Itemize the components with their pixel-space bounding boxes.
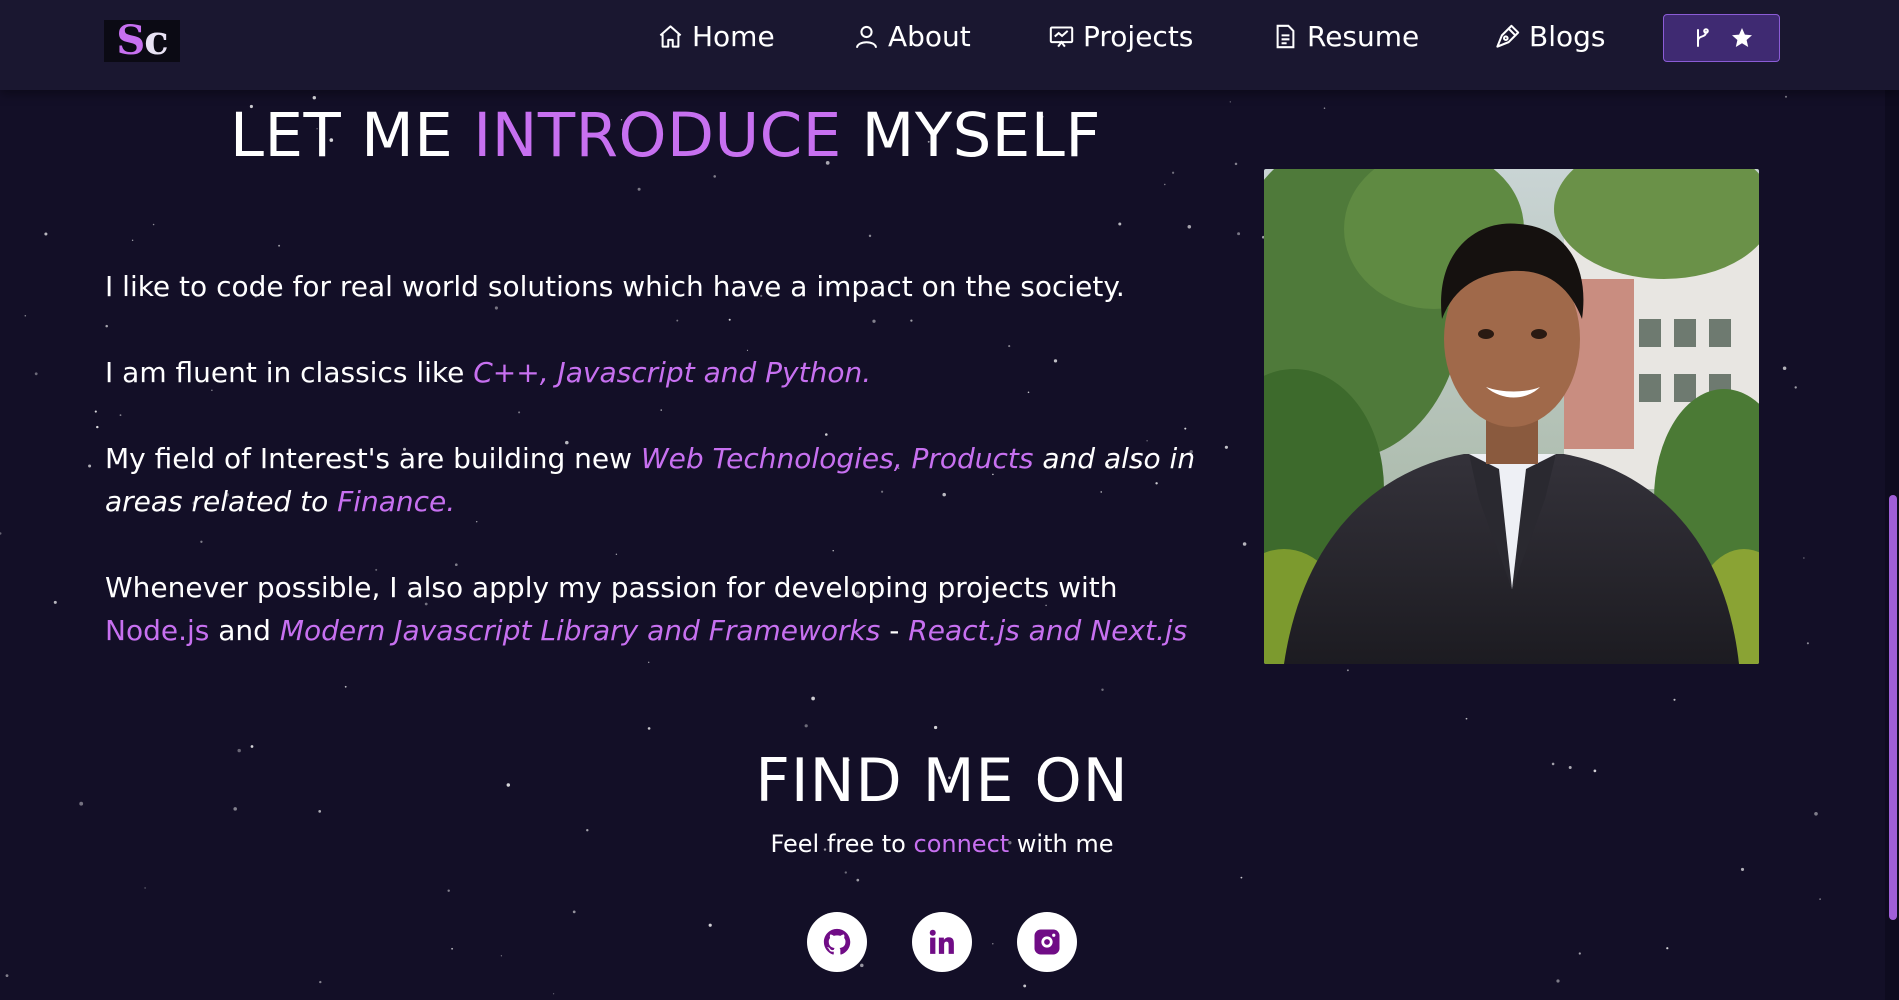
star — [0, 532, 2, 535]
intro-paragraph-4: Whenever possible, I also apply my passi… — [105, 571, 1188, 647]
star — [844, 871, 847, 874]
star — [278, 244, 281, 247]
star — [319, 980, 322, 984]
intro-paragraph-2: I am fluent in classics like C++, Javasc… — [105, 356, 872, 389]
linkedin-link[interactable] — [912, 912, 972, 972]
star — [1323, 107, 1326, 109]
star — [1578, 952, 1581, 955]
star — [34, 372, 38, 376]
github-fork-star-button[interactable] — [1663, 14, 1780, 62]
find-me-heading: FIND ME ON — [755, 746, 1129, 816]
star — [933, 725, 938, 730]
star — [647, 727, 651, 730]
instagram-icon — [1034, 929, 1060, 955]
star — [1782, 366, 1787, 370]
github-link[interactable] — [807, 912, 867, 972]
nav-home[interactable]: Home — [657, 16, 775, 56]
intro-paragraph-3: My field of Interest's are building new … — [105, 442, 1196, 518]
star — [131, 239, 134, 242]
star — [868, 234, 872, 238]
star — [552, 993, 555, 995]
star — [24, 315, 27, 317]
star — [96, 425, 99, 429]
star — [1740, 867, 1745, 871]
nav-resume-label: Resume — [1307, 19, 1420, 53]
intro-paragraph-1: I like to code for real world solutions … — [105, 270, 1125, 303]
star — [1556, 979, 1560, 983]
site-logo[interactable]: Sc — [104, 20, 180, 62]
nav-home-label: Home — [692, 19, 775, 53]
star — [88, 464, 92, 468]
star — [1229, 101, 1231, 103]
star — [811, 696, 815, 701]
intro-text: I like to code for real world solutions … — [105, 265, 1215, 695]
star — [713, 175, 716, 178]
instagram-link[interactable] — [1017, 912, 1077, 972]
nav-blogs[interactable]: Blogs — [1494, 16, 1605, 56]
star — [94, 410, 97, 413]
git-fork-icon — [1696, 28, 1709, 47]
star — [856, 878, 860, 882]
star — [5, 974, 9, 978]
star — [500, 955, 503, 957]
star — [1023, 984, 1027, 988]
star — [1806, 642, 1809, 645]
star — [447, 889, 450, 892]
star — [451, 947, 454, 950]
star — [1242, 542, 1247, 546]
linkedin-icon — [929, 929, 954, 954]
nav-about[interactable]: About — [853, 16, 971, 56]
profile-photo — [1264, 169, 1759, 664]
star — [1819, 898, 1821, 900]
star — [53, 600, 57, 604]
star — [1187, 225, 1192, 229]
user-icon — [855, 25, 878, 48]
star — [1465, 717, 1468, 720]
star — [1794, 386, 1797, 389]
home-icon — [659, 24, 682, 48]
star — [708, 923, 712, 927]
projects-icon — [1049, 25, 1074, 47]
star-icon — [1731, 28, 1752, 47]
star — [804, 724, 808, 728]
star — [152, 223, 155, 226]
pen-icon — [1496, 24, 1520, 48]
nav-blogs-label: Blogs — [1529, 19, 1606, 53]
star — [1234, 162, 1238, 166]
github-icon — [823, 928, 851, 955]
navbar: Sc Home About Projects Resume Blogs — [0, 0, 1899, 90]
star — [144, 887, 146, 889]
nav-projects-label: Projects — [1083, 19, 1194, 53]
star — [44, 232, 48, 236]
scrollbar-thumb[interactable] — [1889, 495, 1897, 920]
star — [1673, 698, 1676, 701]
star — [992, 943, 994, 945]
star — [1118, 222, 1122, 226]
nav-about-label: About — [888, 19, 971, 53]
star — [1224, 445, 1228, 449]
star — [572, 910, 576, 914]
document-icon — [1276, 24, 1295, 48]
star — [860, 963, 864, 968]
star — [1346, 669, 1349, 672]
star — [1784, 95, 1788, 98]
star — [1164, 183, 1166, 186]
star — [312, 96, 316, 100]
find-me-subtitle: Feel free to connect with me — [770, 830, 1114, 858]
nav-resume[interactable]: Resume — [1272, 16, 1419, 56]
star — [1803, 557, 1805, 559]
star — [1237, 232, 1241, 236]
star — [637, 187, 641, 191]
nav-projects[interactable]: Projects — [1048, 16, 1193, 56]
star — [1171, 171, 1175, 174]
intro-heading: LET ME INTRODUCE MYSELF — [230, 100, 1101, 171]
star — [1240, 876, 1243, 879]
star — [1666, 947, 1669, 950]
